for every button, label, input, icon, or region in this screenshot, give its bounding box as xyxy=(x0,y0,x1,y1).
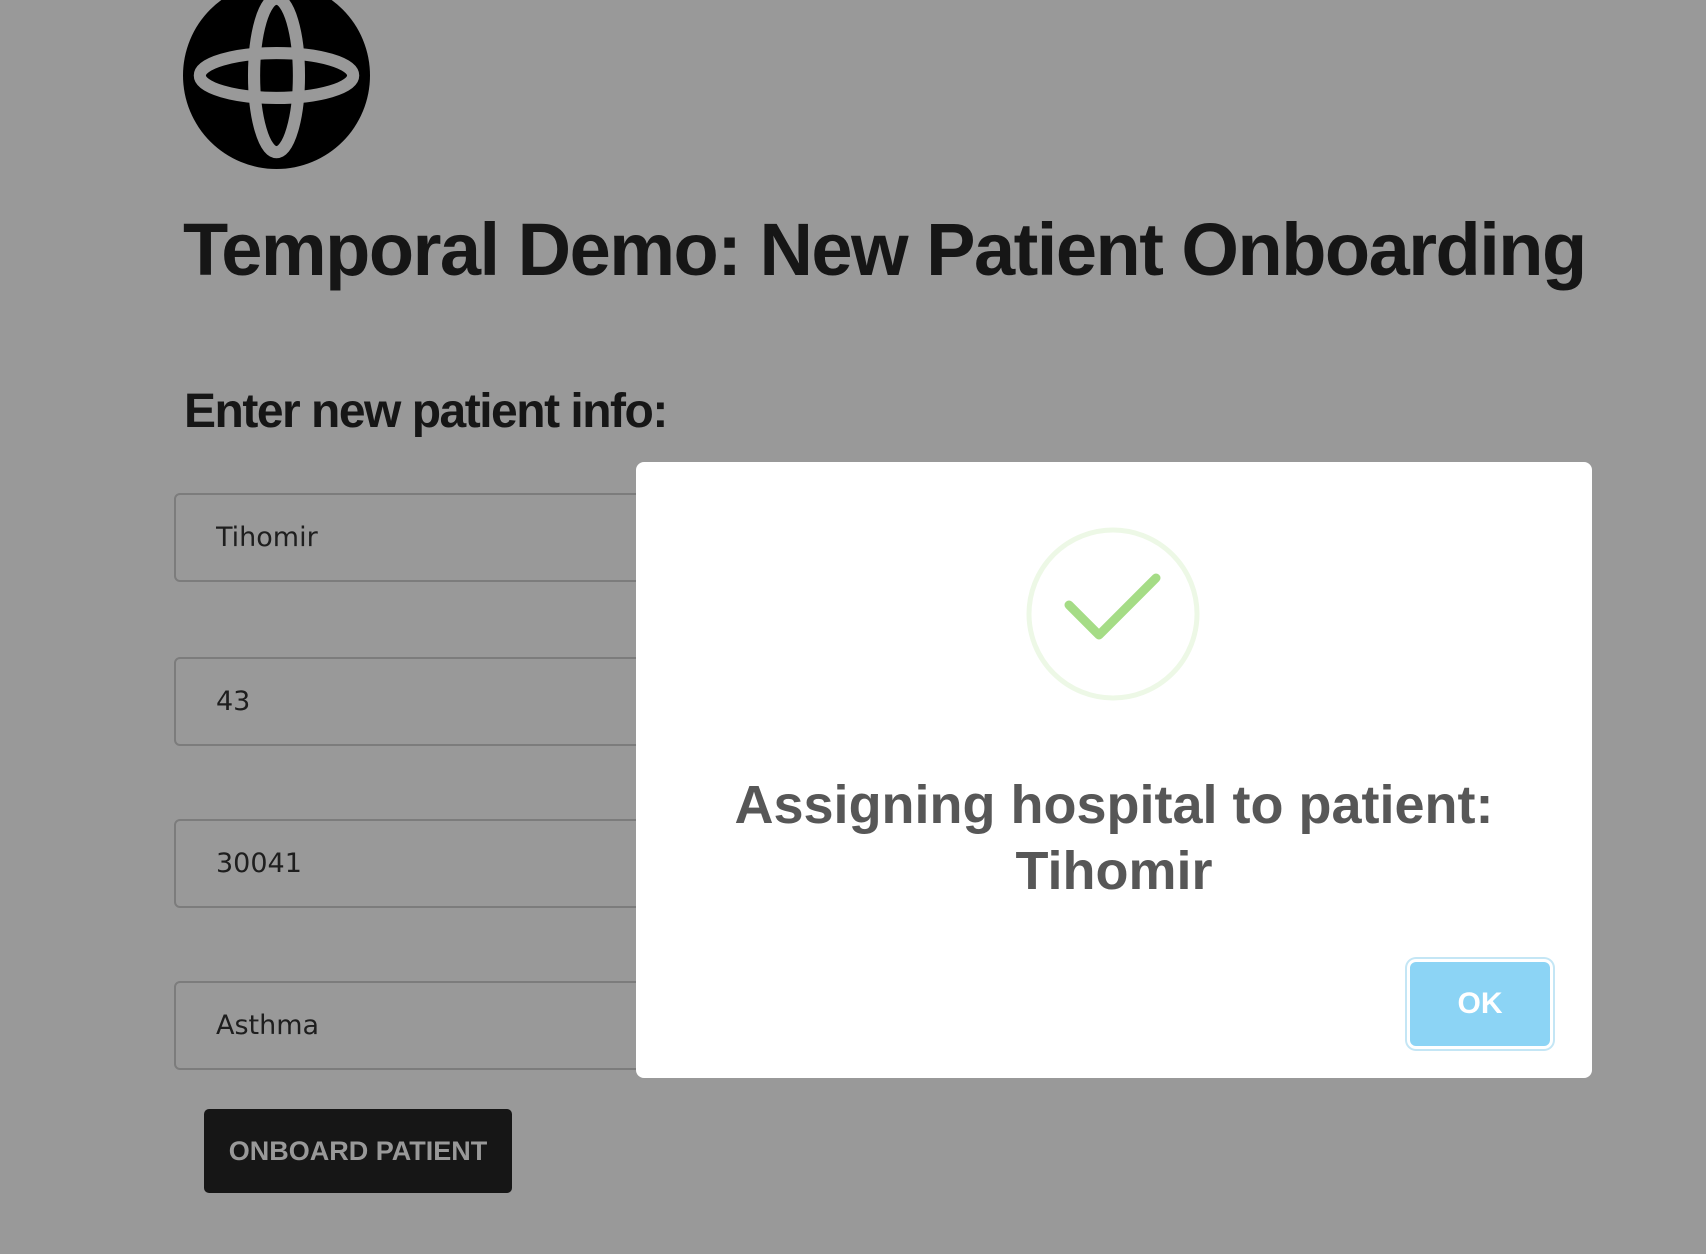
dialog-message-line1: Assigning hospital to patient: xyxy=(734,775,1494,835)
dialog-message-line2: Tihomir xyxy=(1015,841,1213,901)
success-check-icon xyxy=(1025,526,1201,702)
dialog-message: Assigning hospital to patient: Tihomir xyxy=(636,772,1592,904)
ok-button[interactable]: OK xyxy=(1410,962,1550,1046)
success-dialog: Assigning hospital to patient: Tihomir O… xyxy=(636,462,1592,1078)
